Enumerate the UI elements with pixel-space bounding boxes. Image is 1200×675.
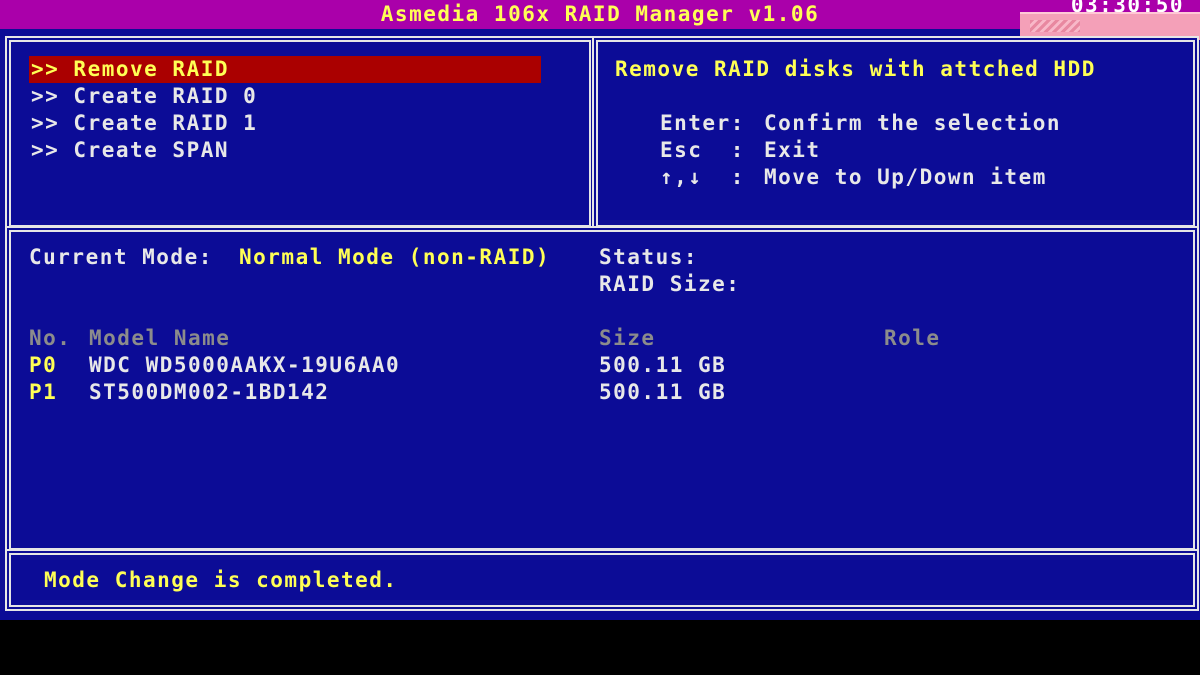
disk-row-p0-size: 500.11 GB xyxy=(599,353,727,377)
menu-item-remove-raid[interactable]: >> Remove RAID xyxy=(29,56,541,83)
help-key-enter: Enter: xyxy=(660,111,745,135)
current-mode-value: Normal Mode (non-RAID) xyxy=(239,245,551,269)
current-mode-label: Current Mode: xyxy=(29,245,213,269)
table-header-role: Role xyxy=(884,326,941,350)
redaction-overlay xyxy=(1020,12,1200,40)
table-header-no: No. xyxy=(29,326,72,350)
disk-row-p1-model: ST500DM002-1BD142 xyxy=(89,380,330,404)
status-message: Mode Change is completed. xyxy=(44,568,398,592)
help-action-esc: Exit xyxy=(764,138,821,162)
status-label: Status: xyxy=(599,245,699,269)
help-key-esc: Esc : xyxy=(660,138,745,162)
raid-size-label: RAID Size: xyxy=(599,272,741,296)
disk-row-p1-no: P1 xyxy=(29,380,58,404)
help-key-arrows: ↑,↓ : xyxy=(660,165,745,189)
redaction-pattern xyxy=(1030,20,1080,32)
bios-screen: Asmedia 106x RAID Manager v1.06 03:30:50… xyxy=(0,0,1200,620)
screen-bottom-border xyxy=(0,620,1200,675)
menu-item-create-span[interactable]: >> Create SPAN xyxy=(31,137,229,164)
disk-row-p1-size: 500.11 GB xyxy=(599,380,727,404)
info-panel: Current Mode: Normal Mode (non-RAID) Sta… xyxy=(9,230,1195,550)
help-panel: Remove RAID disks with attched HDD Enter… xyxy=(596,40,1195,227)
menu-panel: >> Remove RAID >> Create RAID 0 >> Creat… xyxy=(9,40,591,227)
table-header-model: Model Name xyxy=(89,326,231,350)
menu-item-create-raid1[interactable]: >> Create RAID 1 xyxy=(31,110,257,137)
table-header-size: Size xyxy=(599,326,656,350)
menu-item-create-raid0[interactable]: >> Create RAID 0 xyxy=(31,83,257,110)
help-description: Remove RAID disks with attched HDD xyxy=(615,57,1096,81)
disk-row-p0-model: WDC WD5000AAKX-19U6AA0 xyxy=(89,353,401,377)
help-action-enter: Confirm the selection xyxy=(764,111,1062,135)
disk-row-p0-no: P0 xyxy=(29,353,58,377)
help-action-arrows: Move to Up/Down item xyxy=(764,165,1047,189)
status-panel: Mode Change is completed. xyxy=(9,553,1195,607)
